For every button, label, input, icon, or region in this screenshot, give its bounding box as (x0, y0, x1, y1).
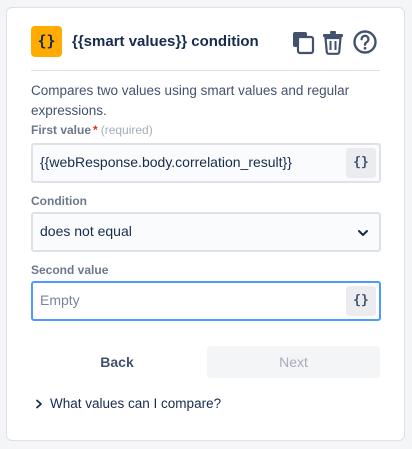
delete-button[interactable] (320, 29, 346, 55)
next-button[interactable]: Next (207, 346, 380, 378)
chevron-down-icon (358, 230, 368, 236)
panel-title: {{smart values}} condition (72, 33, 259, 50)
copy-button[interactable] (290, 29, 316, 55)
first-value-input-text[interactable]: {{webResponse.body.correlation_result}} (40, 154, 340, 170)
chevron-right-icon (36, 399, 42, 409)
trash-icon (323, 31, 343, 55)
expander-label: What values can I compare? (50, 396, 222, 411)
back-button[interactable]: Back (32, 346, 202, 378)
second-value-field[interactable]: Empty {} (31, 281, 381, 321)
second-value-placeholder[interactable]: Empty (40, 292, 340, 308)
copy-icon (293, 32, 315, 55)
condition-panel: {} {{smart values}} condition Compares t… (6, 7, 405, 441)
second-value-smart-values-button[interactable]: {} (346, 286, 376, 316)
second-value-label: Second value (31, 263, 109, 277)
condition-label: Condition (31, 194, 87, 208)
header-divider (31, 70, 380, 71)
first-value-field[interactable]: {{webResponse.body.correlation_result}} … (31, 143, 381, 183)
condition-selected-value: does not equal (40, 223, 132, 239)
smart-values-icon: {} (31, 26, 62, 57)
description-text: Compares two values using smart values a… (31, 83, 350, 118)
help-button[interactable] (352, 29, 378, 55)
required-asterisk: * (93, 123, 98, 137)
panel-header: {} {{smart values}} condition (31, 26, 380, 58)
first-value-smart-values-button[interactable]: {} (346, 148, 376, 178)
first-value-label: First value * (required) (31, 123, 153, 137)
help-icon (353, 30, 377, 54)
condition-select[interactable]: does not equal (31, 212, 381, 252)
first-value-label-text: First value (31, 123, 92, 137)
required-hint: (required) (100, 123, 153, 137)
